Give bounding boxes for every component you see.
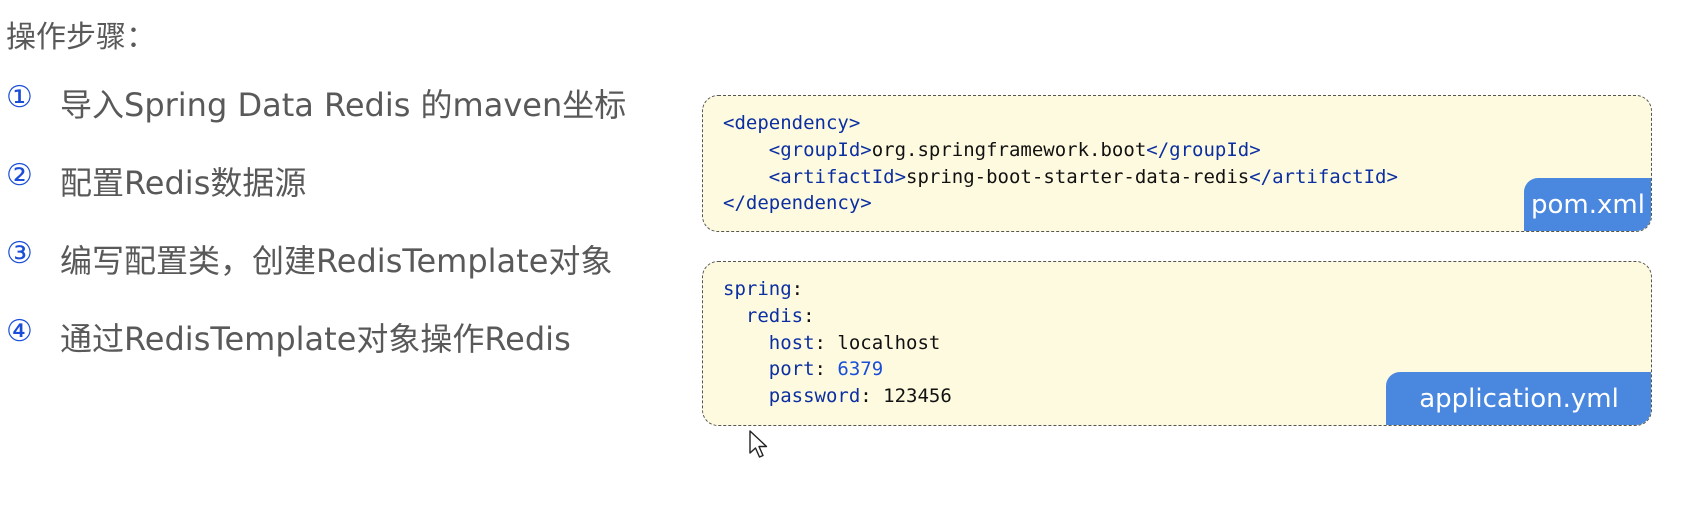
xml-tag: <dependency> (723, 112, 861, 134)
code-line: <artifactId>spring-boot-starter-data-red… (723, 166, 1398, 188)
step-text: 通过RedisTemplate对象操作Redis (60, 320, 571, 358)
xml-tag: </dependency> (723, 192, 872, 215)
code-line: spring: (723, 278, 803, 300)
yml-key: spring (723, 278, 792, 300)
xml-tag: </groupId> (1146, 138, 1261, 161)
steps-list: ① 导入Spring Data Redis 的maven坐标 ② 配置Redis… (6, 80, 626, 392)
mouse-pointer-icon (749, 430, 768, 458)
xml-tag: </artifactId> (1249, 165, 1398, 188)
step-number: ③ (6, 236, 33, 271)
yml-code-block: spring: redis: host: localhost port: 637… (723, 276, 952, 410)
step-item-1: ① 导入Spring Data Redis 的maven坐标 (6, 80, 626, 158)
page-heading: 操作步骤： (6, 20, 156, 55)
yml-value: localhost (837, 331, 941, 354)
code-line: </dependency> (723, 192, 872, 214)
code-line: password: 123456 (723, 385, 952, 407)
step-text: 配置Redis数据源 (60, 164, 307, 202)
step-text: 导入Spring Data Redis 的maven坐标 (60, 86, 627, 124)
yml-key: port (768, 358, 815, 381)
step-number: ② (6, 158, 33, 193)
yml-code-card: spring: redis: host: localhost port: 637… (702, 261, 1652, 426)
step-item-2: ② 配置Redis数据源 (6, 158, 626, 236)
pom-file-label: pom.xml (1524, 178, 1651, 231)
step-number: ① (6, 80, 33, 115)
yml-value: 6379 (837, 358, 884, 381)
step-item-4: ④ 通过RedisTemplate对象操作Redis (6, 314, 626, 392)
yml-sep: : (803, 304, 815, 327)
step-number: ④ (6, 314, 33, 349)
code-line: host: localhost (723, 331, 941, 354)
yml-sep: : (860, 385, 884, 408)
step-text: 编写配置类，创建RedisTemplate对象 (60, 242, 613, 280)
xml-tag: <groupId> (768, 138, 872, 161)
yml-sep: : (814, 358, 838, 381)
code-line: <groupId>org.springframework.boot</group… (723, 139, 1261, 161)
pom-code-block: <dependency> <groupId>org.springframewor… (723, 110, 1398, 217)
yml-file-label: application.yml (1386, 372, 1651, 425)
yml-sep: : (814, 331, 838, 354)
yml-value: 123456 (883, 385, 952, 408)
xml-value: spring-boot-starter-data-redis (906, 165, 1250, 188)
code-line: <dependency> (723, 112, 860, 134)
yml-key: password (768, 385, 861, 408)
yml-key: redis (745, 304, 804, 327)
xml-value: org.springframework.boot (871, 138, 1147, 161)
code-line: port: 6379 (723, 358, 883, 380)
step-item-3: ③ 编写配置类，创建RedisTemplate对象 (6, 236, 626, 314)
code-line: redis: (723, 305, 815, 327)
yml-sep: : (791, 278, 804, 300)
pom-code-card: <dependency> <groupId>org.springframewor… (702, 95, 1652, 232)
xml-tag: <artifactId> (768, 165, 907, 188)
yml-key: host (768, 331, 815, 354)
